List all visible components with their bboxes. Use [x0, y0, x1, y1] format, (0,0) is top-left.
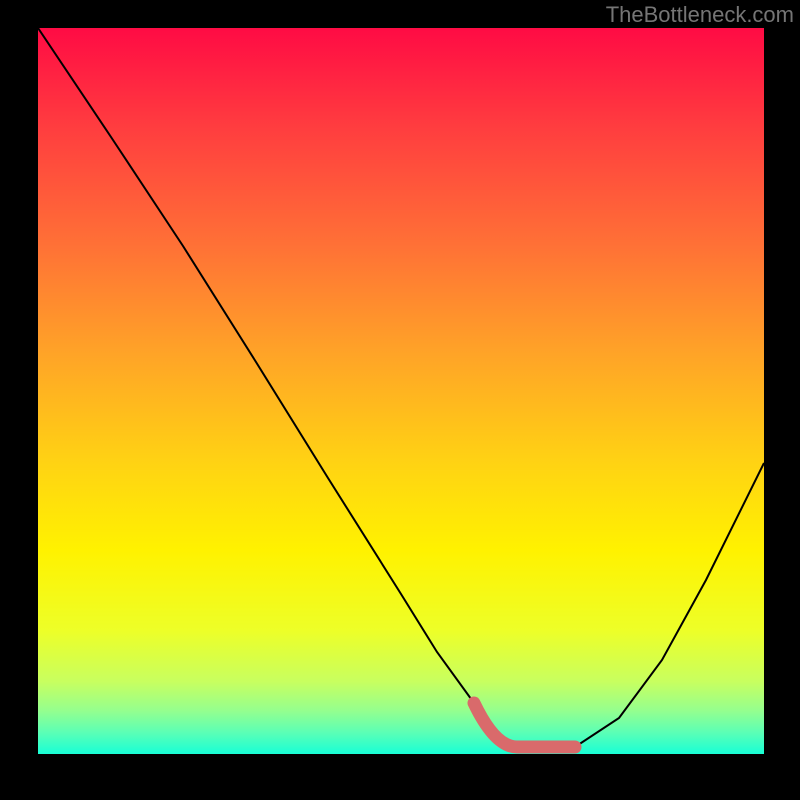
- plot-area: [38, 28, 764, 754]
- watermark-text: TheBottleneck.com: [606, 2, 794, 28]
- optimal-zone-highlight: [38, 28, 764, 754]
- highlight-path: [474, 703, 575, 747]
- chart-container: TheBottleneck.com: [0, 0, 800, 800]
